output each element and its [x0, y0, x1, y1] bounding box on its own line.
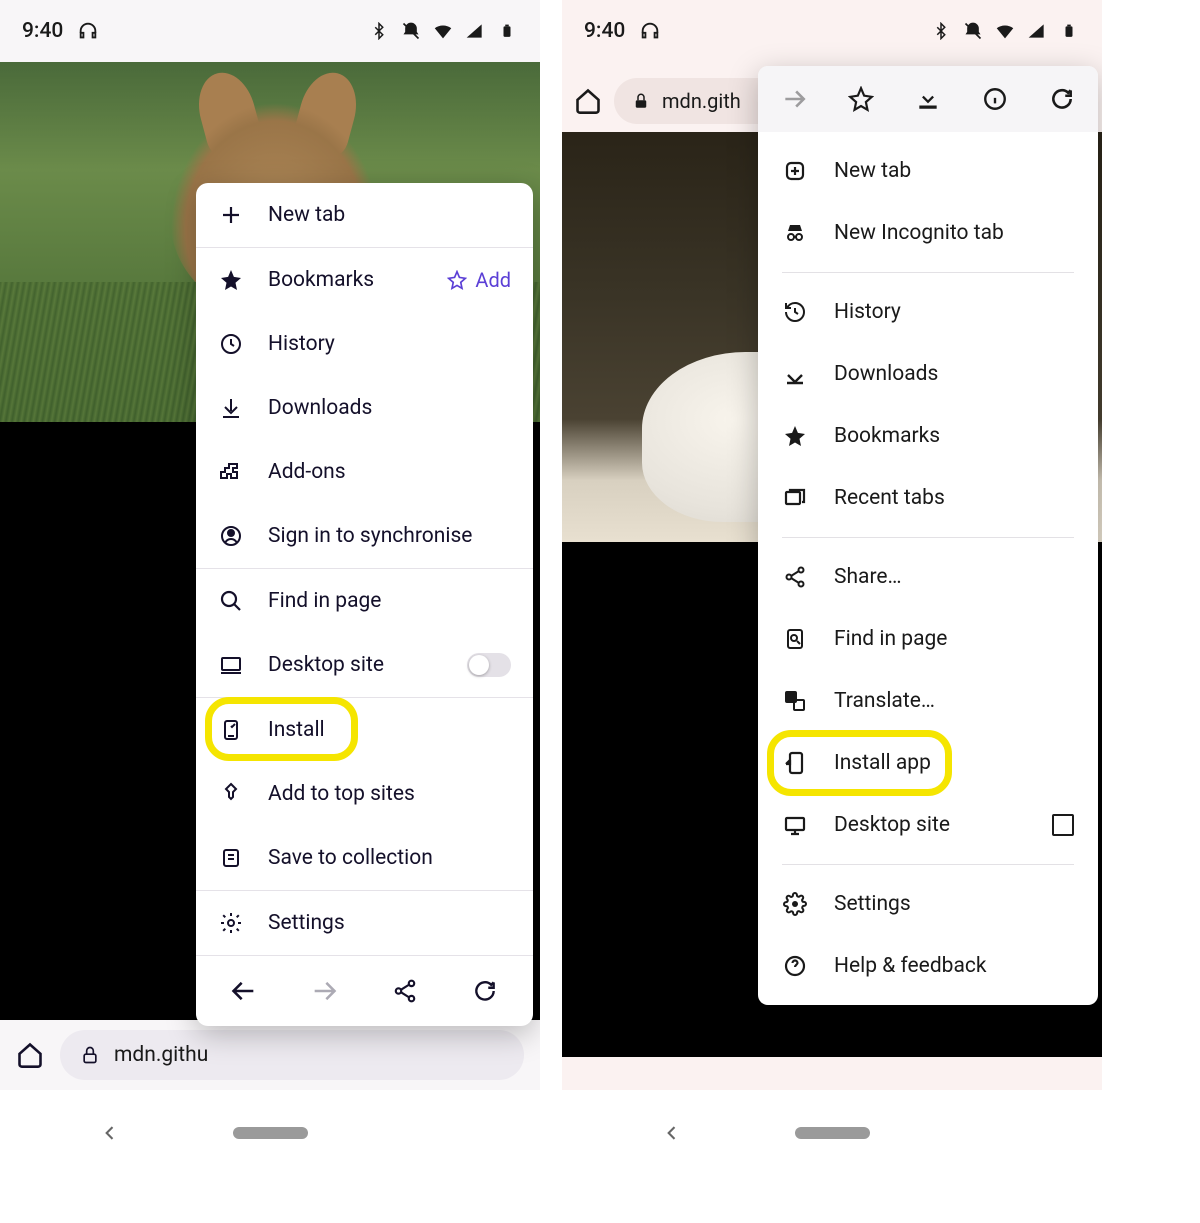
download-icon[interactable]	[912, 83, 944, 115]
lock-icon	[80, 1045, 100, 1065]
gear-icon	[218, 910, 244, 936]
chrome-phone-screenshot: 9:40 mdn.gith	[562, 0, 1102, 1175]
lock-icon	[632, 92, 650, 110]
account-icon	[218, 523, 244, 549]
menu-settings[interactable]: Settings	[196, 891, 533, 955]
menu-install[interactable]: Install	[196, 698, 533, 762]
wifi-icon	[432, 20, 454, 42]
puzzle-icon	[218, 459, 244, 485]
history-icon	[782, 299, 808, 325]
signal-icon	[1026, 20, 1048, 42]
menu-desktop-site[interactable]: Desktop site	[758, 794, 1098, 856]
chrome-overflow-menu: New tab New Incognito tab History Downlo…	[758, 66, 1098, 1005]
do-not-disturb-icon	[962, 20, 984, 42]
gear-icon	[782, 891, 808, 917]
menu-addons[interactable]: Add-ons	[196, 440, 533, 504]
downloads-icon	[782, 361, 808, 387]
menu-save-collection[interactable]: Save to collection	[196, 826, 533, 890]
refresh-icon[interactable]	[1046, 83, 1078, 115]
menu-recent-tabs[interactable]: Recent tabs	[758, 467, 1098, 529]
battery-icon	[496, 20, 518, 42]
system-home-pill[interactable]	[233, 1127, 308, 1139]
bottom-toolbar: mdn.githu	[0, 1020, 540, 1090]
star-filled-icon	[782, 423, 808, 449]
system-nav-bar	[0, 1090, 540, 1175]
menu-find-in-page[interactable]: Find in page	[196, 569, 533, 633]
forward-icon	[778, 83, 810, 115]
home-icon[interactable]	[574, 87, 602, 115]
menu-bottom-toolbar	[196, 956, 533, 1026]
menu-history[interactable]: History	[196, 312, 533, 376]
system-back-icon[interactable]	[662, 1123, 682, 1143]
refresh-icon[interactable]	[465, 971, 505, 1011]
svg-text:G: G	[788, 693, 793, 702]
menu-downloads[interactable]: Downloads	[196, 376, 533, 440]
status-bar: 9:40	[562, 0, 1102, 62]
install-app-icon	[782, 750, 808, 776]
install-icon	[218, 717, 244, 743]
battery-icon	[1058, 20, 1080, 42]
headphones-icon	[77, 20, 99, 42]
headphones-icon	[639, 20, 661, 42]
menu-desktop-site[interactable]: Desktop site	[196, 633, 533, 697]
url-text: mdn.gith	[662, 89, 741, 113]
menu-help[interactable]: Help & feedback	[758, 935, 1098, 997]
collection-icon	[218, 845, 244, 871]
menu-find-in-page[interactable]: Find in page	[758, 608, 1098, 670]
back-icon[interactable]	[224, 971, 264, 1011]
home-icon[interactable]	[16, 1041, 44, 1069]
clock-text: 9:40	[22, 19, 63, 43]
bluetooth-icon	[930, 20, 952, 42]
menu-bookmarks[interactable]: Bookmarks Add	[196, 248, 533, 312]
menu-sign-in[interactable]: Sign in to synchronise	[196, 504, 533, 568]
forward-icon	[304, 971, 344, 1011]
desktop-site-toggle[interactable]	[467, 653, 511, 677]
plus-icon	[218, 202, 244, 228]
bluetooth-icon	[368, 20, 390, 42]
help-icon	[782, 953, 808, 979]
firefox-phone-screenshot: 9:40 mdn.githu	[0, 0, 540, 1175]
menu-top-toolbar	[758, 66, 1098, 132]
system-home-pill[interactable]	[795, 1127, 870, 1139]
share-icon[interactable]	[385, 971, 425, 1011]
menu-settings[interactable]: Settings	[758, 873, 1098, 935]
pin-icon	[218, 781, 244, 807]
incognito-icon	[782, 220, 808, 246]
url-text: mdn.githu	[114, 1043, 208, 1067]
signal-icon	[464, 20, 486, 42]
new-tab-icon	[782, 158, 808, 184]
wifi-icon	[994, 20, 1016, 42]
star-filled-icon	[218, 267, 244, 293]
menu-add-top-sites[interactable]: Add to top sites	[196, 762, 533, 826]
history-icon	[218, 331, 244, 357]
menu-share[interactable]: Share…	[758, 546, 1098, 608]
desktop-icon	[782, 812, 808, 838]
translate-icon: G	[782, 688, 808, 714]
find-in-page-icon	[782, 626, 808, 652]
address-bar[interactable]: mdn.githu	[60, 1030, 524, 1080]
status-bar: 9:40	[0, 0, 540, 62]
star-icon[interactable]	[845, 83, 877, 115]
download-icon	[218, 395, 244, 421]
menu-bookmarks[interactable]: Bookmarks	[758, 405, 1098, 467]
menu-incognito-tab[interactable]: New Incognito tab	[758, 202, 1098, 264]
info-icon[interactable]	[979, 83, 1011, 115]
menu-new-tab[interactable]: New tab	[758, 140, 1098, 202]
menu-downloads[interactable]: Downloads	[758, 343, 1098, 405]
menu-history[interactable]: History	[758, 281, 1098, 343]
bookmarks-add-button[interactable]: Add	[447, 268, 511, 292]
menu-translate[interactable]: G Translate…	[758, 670, 1098, 732]
clock-text: 9:40	[584, 19, 625, 43]
desktop-icon	[218, 652, 244, 678]
menu-install-app[interactable]: Install app	[758, 732, 1098, 794]
do-not-disturb-icon	[400, 20, 422, 42]
search-icon	[218, 588, 244, 614]
system-back-icon[interactable]	[100, 1123, 120, 1143]
share-icon	[782, 564, 808, 590]
menu-new-tab[interactable]: New tab	[196, 183, 533, 247]
recent-tabs-icon	[782, 485, 808, 511]
firefox-overflow-menu: New tab Bookmarks Add History Downloads	[196, 183, 533, 1026]
system-nav-bar	[562, 1090, 1102, 1175]
desktop-site-checkbox[interactable]	[1052, 814, 1074, 836]
